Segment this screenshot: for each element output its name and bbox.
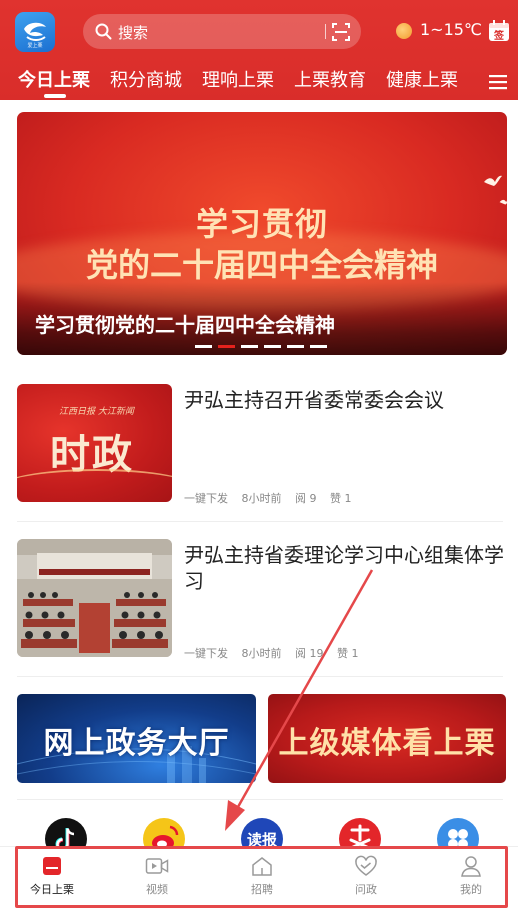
hero-banner[interactable]: 学习贯彻 党的二十届四中全会精神 学习贯彻党的二十届四中全会精神 [17,112,507,355]
news-time: 8小时前 [241,492,282,505]
home-icon [43,857,61,875]
promo-right-title: 上级媒体看上栗 [278,726,496,761]
menu-icon[interactable] [489,74,507,90]
nav-item-mine[interactable]: 我的 [436,855,506,897]
active-tab-indicator [44,94,66,98]
nav-item-recruit[interactable]: 招聘 [227,855,297,897]
dove-icon [484,175,502,186]
user-icon [461,856,481,877]
nav-label-home: 今日上栗 [30,883,74,896]
news-item[interactable]: 江西日报 大江新闻 时政 尹弘主持召开省委常委会会议 一键下发 8小时前 阅 9… [17,384,503,514]
app-logo[interactable]: 爱上栗 [15,12,55,52]
news-meta: 一键下发 8小时前 阅 19 赞 1 [184,645,369,661]
news-meta: 一键下发 8小时前 阅 9 赞 1 [184,490,362,506]
bottom-navigation: 今日上栗 视频 招聘 问政 我的 [0,846,518,911]
tab-jinri-shangli[interactable]: 今日上栗 [18,66,90,92]
weather-sun-icon [396,23,412,39]
news-likes: 赞 1 [330,492,352,505]
svg-text:签: 签 [493,29,505,42]
scan-icon[interactable] [332,23,350,41]
news-time: 8小时前 [241,647,282,660]
thumbnail-source-text: 江西日报 大江新闻 [59,407,134,417]
news-thumbnail: 江西日报 大江新闻 时政 [17,384,172,502]
search-placeholder: 搜索 [118,24,149,42]
nav-label-video: 视频 [146,883,168,896]
list-divider [17,521,503,522]
tab-lixiang-shangli[interactable]: 理响上栗 [202,66,274,92]
news-title: 尹弘主持召开省委常委会会议 [184,388,444,412]
thumbnail-arc [17,469,172,502]
heart-icon [355,855,377,876]
banner-headline-line2: 党的二十届四中全会精神 [85,246,438,284]
nav-label-mine: 我的 [460,883,482,896]
app-screen: 爱上栗 搜索 1~15℃ 签 今日上栗 积分商城 理响上栗 上栗教育 健康上栗 … [0,0,518,911]
tab-jifen-shangcheng[interactable]: 积分商城 [110,66,182,92]
search-bar[interactable]: 搜索 [83,14,361,49]
top-header: 爱上栗 搜索 1~15℃ 签 今日上栗 积分商城 理响上栗 上栗教育 健康上栗 [0,0,518,100]
banner-pagination [195,345,335,348]
news-source: 一键下发 [184,647,228,660]
news-reads: 阅 19 [295,647,324,660]
banner-dot[interactable] [195,345,212,348]
logo-icon: 爱上栗 [24,22,46,49]
nav-item-home[interactable]: 今日上栗 [17,855,87,897]
banner-headline-line1: 学习贯彻 [195,205,328,243]
recruit-icon [252,857,272,876]
banner-dot[interactable] [287,345,304,348]
video-icon [145,858,169,874]
nav-label-wenzheng: 问政 [355,883,377,896]
news-likes: 赞 1 [337,647,359,660]
banner-dot[interactable] [264,345,281,348]
nav-item-video[interactable]: 视频 [122,855,192,897]
tab-shangli-jiaoyu[interactable]: 上栗教育 [294,66,366,92]
promo-card-online-services[interactable]: 网上政务大厅 [17,694,256,783]
news-thumbnail [17,539,172,657]
channel-tabs: 今日上栗 积分商城 理响上栗 上栗教育 健康上栗 [0,64,518,100]
tab-jiankang-shangli[interactable]: 健康上栗 [386,66,458,92]
weather-text[interactable]: 1~15℃ [420,20,482,39]
search-icon [95,23,112,40]
banner-dot-active[interactable] [218,345,235,348]
calendar-checkin-icon[interactable]: 签 [488,20,510,42]
nav-label-recruit: 招聘 [251,883,273,896]
nav-item-wenzheng[interactable]: 问政 [331,855,401,897]
banner-dot[interactable] [310,345,327,348]
news-item[interactable]: 尹弘主持省委理论学习中心组集体学习 一键下发 8小时前 阅 19 赞 1 [17,539,504,669]
list-divider [17,676,503,677]
banner-dot[interactable] [241,345,258,348]
news-title: 尹弘主持省委理论学习中心组集体学习 [184,543,504,593]
promo-card-media[interactable]: 上级媒体看上栗 [268,694,506,783]
banner-caption: 学习贯彻党的二十届四中全会精神 [35,313,335,337]
news-source: 一键下发 [184,492,228,505]
promo-left-title: 网上政务大厅 [43,726,230,761]
svg-text:爱上栗: 爱上栗 [27,42,42,49]
meeting-photo [17,539,172,657]
news-reads: 阅 9 [295,492,317,505]
list-divider [17,799,503,800]
search-divider [325,24,326,39]
